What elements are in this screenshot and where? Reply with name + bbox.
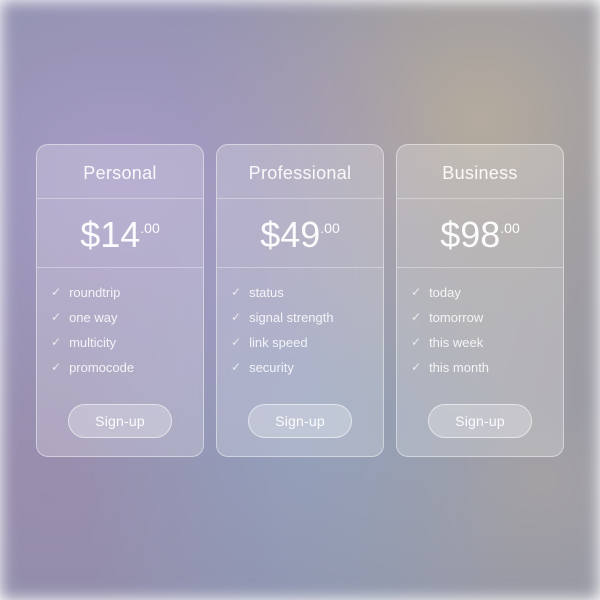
card-title-business: Business xyxy=(407,163,553,184)
card-price-professional: $49.00 xyxy=(260,217,340,253)
feature-item: ✓ this month xyxy=(411,355,549,380)
card-features-professional: ✓ status ✓ signal strength ✓ link speed ✓ secur… xyxy=(217,268,383,392)
feature-item: ✓ security xyxy=(231,355,369,380)
feature-label: this month xyxy=(429,360,489,375)
feature-label: link speed xyxy=(249,335,308,350)
card-price-personal: $14.00 xyxy=(80,217,160,253)
feature-item: ✓ one way xyxy=(51,305,189,330)
feature-item: ✓ multicity xyxy=(51,330,189,355)
card-features-business: ✓ today ✓ tomorrow ✓ this week ✓ this month xyxy=(397,268,563,392)
feature-label: today xyxy=(429,285,461,300)
card-business: Business$98.00✓today✓tomorrow✓this week✓… xyxy=(396,144,564,457)
check-icon: ✓ xyxy=(231,285,241,299)
feature-item: ✓ roundtrip xyxy=(51,280,189,305)
feature-label: signal strength xyxy=(249,310,334,325)
feature-label: one way xyxy=(69,310,117,325)
signup-button-business[interactable]: Sign-up xyxy=(428,404,532,438)
feature-label: tomorrow xyxy=(429,310,483,325)
feature-label: roundtrip xyxy=(69,285,120,300)
feature-item: ✓ signal strength xyxy=(231,305,369,330)
card-title-professional: Professional xyxy=(227,163,373,184)
check-icon: ✓ xyxy=(411,335,421,349)
feature-item: ✓ tomorrow xyxy=(411,305,549,330)
check-icon: ✓ xyxy=(231,335,241,349)
card-features-personal: ✓ roundtrip ✓ one way ✓ multicity ✓ promocode xyxy=(37,268,203,392)
check-icon: ✓ xyxy=(51,285,61,299)
card-professional: Professional $49.00 ✓ status ✓ signal strengt… xyxy=(216,144,384,457)
pricing-container: Personal $14.00 ✓ roundtrip ✓ one way ✓ multici… xyxy=(16,124,584,477)
signup-button-personal[interactable]: Sign-up xyxy=(68,404,172,438)
feature-item: ✓ this week xyxy=(411,330,549,355)
check-icon: ✓ xyxy=(231,310,241,324)
card-title-personal: Personal xyxy=(47,163,193,184)
signup-button-professional[interactable]: Sign-up xyxy=(248,404,352,438)
feature-item: ✓ link speed xyxy=(231,330,369,355)
check-icon: ✓ xyxy=(51,360,61,374)
feature-item: ✓ today xyxy=(411,280,549,305)
feature-label: status xyxy=(249,285,284,300)
check-icon: ✓ xyxy=(411,310,421,324)
check-icon: ✓ xyxy=(411,360,421,374)
card-price-business: $98.00 xyxy=(440,217,520,253)
feature-label: promocode xyxy=(69,360,134,375)
feature-label: this week xyxy=(429,335,483,350)
card-personal: Personal $14.00 ✓ roundtrip ✓ one way ✓ multici… xyxy=(36,144,204,457)
feature-label: security xyxy=(249,360,294,375)
check-icon: ✓ xyxy=(51,310,61,324)
check-icon: ✓ xyxy=(51,335,61,349)
check-icon: ✓ xyxy=(231,360,241,374)
check-icon: ✓ xyxy=(411,285,421,299)
feature-label: multicity xyxy=(69,335,116,350)
feature-item: ✓ promocode xyxy=(51,355,189,380)
feature-item: ✓ status xyxy=(231,280,369,305)
